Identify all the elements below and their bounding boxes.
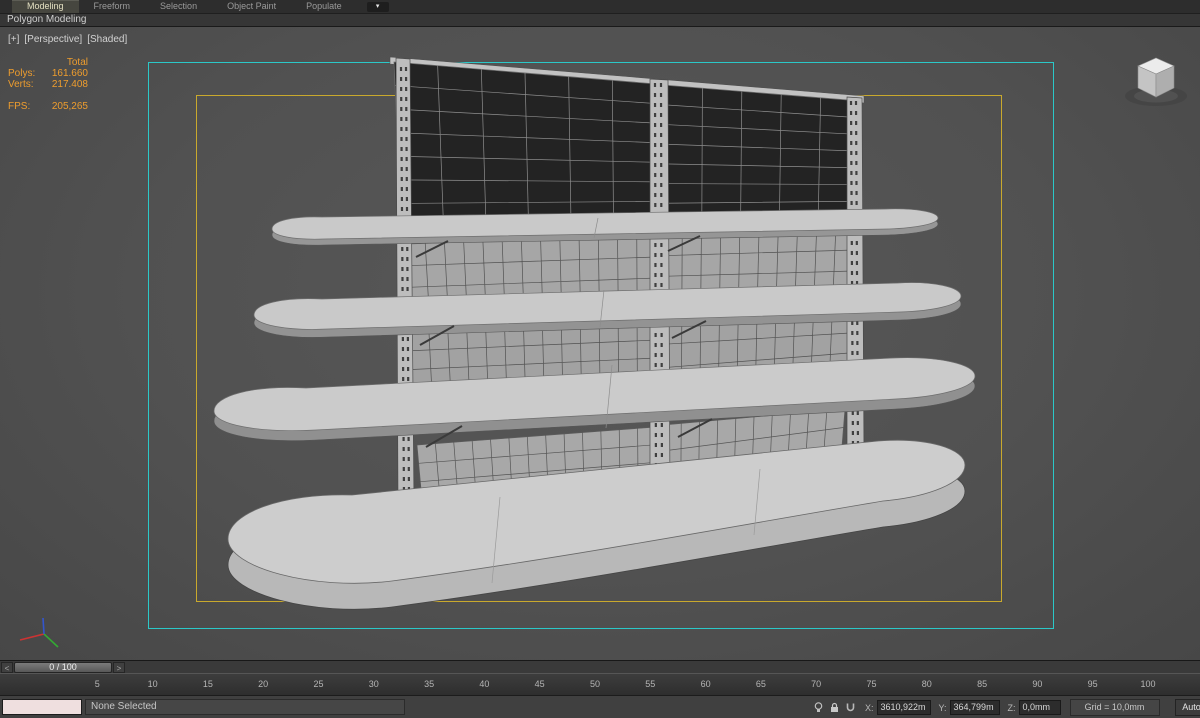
stats-total-label: Total — [66, 57, 88, 68]
status-bar: None Selected X: 3610,922m Y: 364,799m Z… — [0, 695, 1200, 718]
viewport-general-menu[interactable]: [+] — [8, 34, 19, 45]
viewport-label: [+] [Perspective] [Shaded] — [8, 34, 132, 45]
tab-selection[interactable]: Selection — [145, 0, 212, 13]
frame-tick: 80 — [921, 679, 932, 689]
perspective-viewport[interactable]: [+] [Perspective] [Shaded] Total Polys: 161… — [0, 27, 1200, 660]
frame-tick: 25 — [313, 679, 324, 689]
viewcube[interactable] — [1116, 43, 1196, 117]
stats-polys-label: Polys: — [8, 68, 36, 79]
ribbon-tab-bar: Modeling Freeform Selection Object Paint… — [0, 0, 1200, 13]
world-axis-tripod — [19, 617, 59, 648]
polygon-modeling-panel-header[interactable]: Polygon Modeling — [0, 13, 1200, 27]
tab-object-paint[interactable]: Object Paint — [212, 0, 291, 13]
z-coordinate-label: Z: — [1007, 702, 1016, 713]
x-coordinate-label: X: — [865, 702, 874, 713]
frame-tick: 55 — [645, 679, 656, 689]
time-slider-handle[interactable]: 0 / 100 — [14, 662, 112, 673]
x-coordinate-field[interactable]: 3610,922m — [876, 700, 931, 715]
previous-frame-button[interactable]: < — [1, 662, 13, 673]
auto-key-button[interactable]: Auto — [1174, 699, 1200, 716]
maxscript-mini-listener[interactable] — [2, 699, 82, 715]
frame-tick: 60 — [700, 679, 711, 689]
stats-verts-value: 217.408 — [51, 79, 88, 90]
time-slider[interactable]: < 0 / 100 > — [0, 660, 1200, 673]
frame-tick: 85 — [977, 679, 988, 689]
frame-tick: 65 — [755, 679, 766, 689]
viewport-pov-menu[interactable]: [Perspective] — [24, 34, 82, 45]
tab-modeling[interactable]: Modeling — [12, 0, 79, 13]
model-shelving-unit[interactable] — [19, 56, 976, 648]
snaps-toggle-icon[interactable] — [844, 701, 857, 714]
frame-tick: 40 — [479, 679, 490, 689]
next-frame-button[interactable]: > — [113, 662, 125, 673]
selection-lock-icon[interactable] — [828, 701, 841, 714]
viewport-statistics: Total Polys: 161.660 Verts: 217.408 FPS: 20… — [8, 57, 88, 112]
ribbon-config-icon[interactable]: ▾ — [366, 1, 389, 12]
frame-tick: 45 — [534, 679, 545, 689]
grid-spacing-display: Grid = 10,0mm — [1069, 699, 1160, 716]
model-canvas — [19, 56, 976, 648]
stats-fps-label: FPS: — [8, 101, 31, 112]
z-coordinate-field[interactable]: 0,0mm — [1018, 700, 1061, 715]
track-bar[interactable]: 5 10 15 20 25 30 35 40 45 50 55 60 65 70 75 80 85 90 95 100 — [0, 673, 1200, 695]
frame-tick: 30 — [368, 679, 379, 689]
frame-tick: 95 — [1087, 679, 1098, 689]
frame-tick: 10 — [147, 679, 158, 689]
tab-populate[interactable]: Populate — [291, 0, 357, 13]
tab-freeform[interactable]: Freeform — [79, 0, 146, 13]
adaptive-degradation-icon[interactable] — [812, 701, 825, 714]
selection-prompt: None Selected — [85, 699, 405, 715]
frame-tick: 100 — [1140, 679, 1156, 689]
frame-tick: 15 — [202, 679, 213, 689]
frame-tick: 90 — [1032, 679, 1043, 689]
frame-tick: 50 — [589, 679, 601, 689]
frame-tick: 75 — [866, 679, 877, 689]
frame-tick: 20 — [258, 679, 269, 689]
y-coordinate-field[interactable]: 364,799m — [949, 700, 1000, 715]
frame-tick: 70 — [811, 679, 822, 689]
stats-fps-value: 205,265 — [51, 101, 88, 112]
viewport-shading-menu[interactable]: [Shaded] — [87, 34, 127, 45]
frame-tick: 35 — [424, 679, 435, 689]
y-coordinate-label: Y: — [938, 702, 947, 713]
stats-polys-value: 161.660 — [51, 68, 88, 79]
stats-verts-label: Verts: — [8, 79, 34, 90]
frame-tick: 5 — [94, 679, 100, 689]
